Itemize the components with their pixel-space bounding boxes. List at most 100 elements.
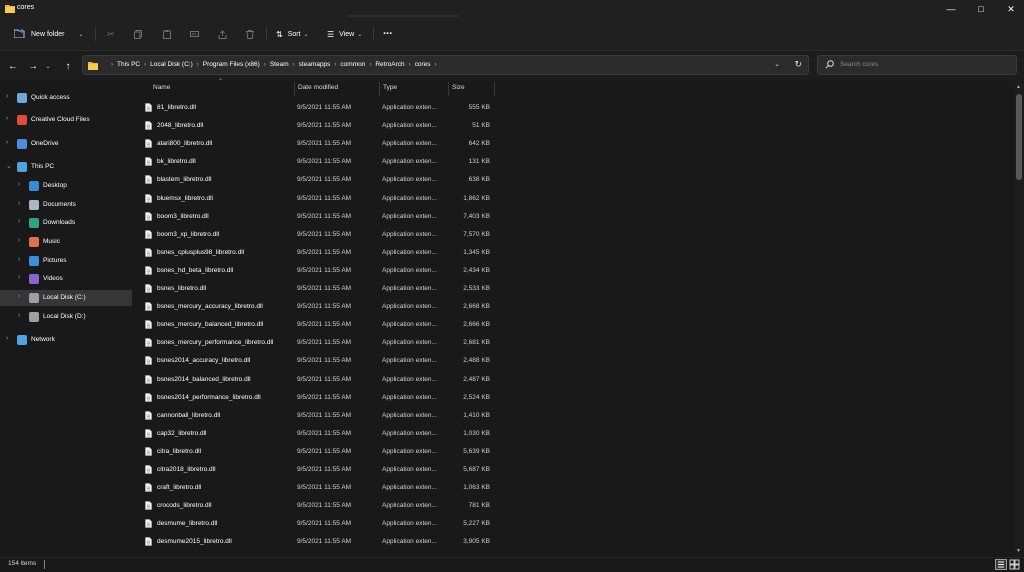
sidebar-item-desktop[interactable]: › Desktop — [0, 178, 132, 194]
sidebar-item-videos[interactable]: › Videos — [0, 271, 132, 287]
expand-chevron-icon[interactable]: ⌄ — [6, 162, 12, 170]
column-divider[interactable] — [494, 82, 495, 96]
expand-chevron-icon[interactable]: › — [18, 274, 20, 281]
vertical-scrollbar[interactable]: ▲ ▼ — [1014, 82, 1024, 556]
expand-chevron-icon[interactable]: › — [18, 218, 20, 225]
breadcrumb-chevron-icon[interactable]: › — [293, 62, 295, 68]
expand-chevron-icon[interactable]: › — [18, 312, 20, 319]
file-row[interactable]: bk_libretro.dll 9/5/2021 11:55 AM Applicat… — [134, 153, 1014, 171]
file-row[interactable]: bsnes2014_balanced_libretro.dll 9/5/2021 … — [134, 371, 1014, 389]
more-options-button[interactable]: ... — [383, 23, 392, 39]
sidebar-item-network[interactable]: › Network — [0, 332, 132, 348]
column-header-name[interactable]: Name — [153, 84, 293, 96]
scroll-up-arrow-icon[interactable]: ▲ — [1016, 84, 1021, 90]
close-icon[interactable]: ✕ — [996, 0, 1024, 18]
breadcrumb-chevron-icon[interactable]: › — [409, 62, 411, 68]
breadcrumb-item[interactable]: Local Disk (C:) — [150, 61, 193, 68]
file-row[interactable]: atari800_libretro.dll 9/5/2021 11:55 AM Ap… — [134, 135, 1014, 153]
file-row[interactable]: bsnes_cplusplus98_libretro.dll 9/5/2021 1… — [134, 244, 1014, 262]
breadcrumb-chevron-icon[interactable]: › — [435, 62, 437, 68]
sidebar-item-pictures[interactable]: › Pictures — [0, 253, 132, 269]
breadcrumb-item[interactable]: cores — [415, 61, 431, 68]
minimize-icon[interactable]: — — [936, 0, 966, 18]
copy-icon[interactable] — [134, 26, 142, 42]
sidebar-item-documents[interactable]: › Documents — [0, 197, 132, 213]
paste-icon[interactable] — [163, 26, 171, 42]
expand-chevron-icon[interactable]: › — [6, 115, 8, 122]
scroll-down-arrow-icon[interactable]: ▼ — [1016, 548, 1021, 554]
column-divider[interactable] — [379, 82, 380, 96]
breadcrumb-chevron-icon[interactable]: › — [111, 62, 113, 68]
maximize-icon[interactable]: □ — [966, 0, 996, 18]
file-row[interactable]: bsnes2014_accuracy_libretro.dll 9/5/2021 … — [134, 352, 1014, 370]
rename-icon[interactable] — [190, 26, 199, 42]
column-header-size[interactable]: Size — [452, 84, 492, 96]
file-row[interactable]: boom3_libretro.dll 9/5/2021 11:55 AM Appli… — [134, 208, 1014, 226]
expand-chevron-icon[interactable]: › — [6, 139, 8, 146]
address-bar[interactable]: › This PC › Local Disk (C:) › Program Files (… — [82, 55, 809, 75]
file-row[interactable]: bsnes_mercury_balanced_libretro.dll 9/5/2… — [134, 316, 1014, 334]
file-row[interactable]: cap32_libretro.dll 9/5/2021 11:55 AM Appli… — [134, 425, 1014, 443]
search-input[interactable]: Search cores — [817, 55, 1017, 75]
file-row[interactable]: bsnes2014_performance_libretro.dll 9/5/20… — [134, 389, 1014, 407]
file-row[interactable]: bsnes_libretro.dll 9/5/2021 11:55 AM Appli… — [134, 280, 1014, 298]
sidebar-item-quick-access[interactable]: › Quick access — [0, 90, 132, 106]
breadcrumb-chevron-icon[interactable]: › — [369, 62, 371, 68]
expand-chevron-icon[interactable]: › — [18, 237, 20, 244]
expand-chevron-icon[interactable]: › — [6, 335, 8, 342]
address-history-chevron-icon[interactable]: ⌄ — [774, 60, 780, 68]
large-icons-view-icon[interactable] — [1009, 559, 1020, 572]
column-divider[interactable] — [448, 82, 449, 96]
recent-locations-chevron-icon[interactable]: ⌄ — [41, 60, 55, 72]
file-row[interactable]: boom3_xp_libretro.dll 9/5/2021 11:55 AM Ap… — [134, 226, 1014, 244]
column-divider[interactable] — [294, 82, 295, 96]
file-row[interactable]: bsnes_mercury_performance_libretro.dll 9/… — [134, 334, 1014, 352]
sidebar-item-music[interactable]: › Music — [0, 234, 132, 250]
expand-chevron-icon[interactable]: › — [18, 181, 20, 188]
new-folder-button[interactable]: New folder ⌄ — [13, 26, 84, 42]
breadcrumb-item[interactable]: RetroArch — [375, 61, 404, 68]
column-header-date[interactable]: Date modified — [298, 84, 378, 96]
details-view-icon[interactable] — [995, 559, 1007, 570]
expand-chevron-icon[interactable]: › — [18, 256, 20, 263]
file-row[interactable]: bluemsx_libretro.dll 9/5/2021 11:55 AM App… — [134, 190, 1014, 208]
up-arrow-icon[interactable]: ↑ — [61, 60, 75, 72]
file-row[interactable]: bsnes_mercury_accuracy_libretro.dll 9/5/2… — [134, 298, 1014, 316]
breadcrumb-item[interactable]: steamapps — [299, 61, 331, 68]
file-row[interactable]: bsnes_hd_beta_libretro.dll 9/5/2021 11:55… — [134, 262, 1014, 280]
breadcrumb-chevron-icon[interactable]: › — [197, 62, 199, 68]
view-button[interactable]: ☰ View ⌄ — [327, 26, 362, 42]
share-icon[interactable] — [218, 26, 227, 42]
sidebar-item-creative-cloud-files[interactable]: › Creative Cloud Files — [0, 112, 132, 128]
breadcrumb-item[interactable]: common — [340, 61, 365, 68]
sidebar-item-onedrive[interactable]: › OneDrive — [0, 136, 132, 152]
sidebar-item-local-disk-d[interactable]: › Local Disk (D:) — [0, 309, 132, 325]
breadcrumb-item[interactable]: Steam — [270, 61, 289, 68]
file-row[interactable]: citra2018_libretro.dll 9/5/2021 11:55 AM A… — [134, 461, 1014, 479]
breadcrumb-chevron-icon[interactable]: › — [334, 62, 336, 68]
file-row[interactable]: desmume2015_libretro.dll 9/5/2021 11:55 A… — [134, 533, 1014, 551]
file-row[interactable]: 81_libretro.dll 9/5/2021 11:55 AM Applicat… — [134, 99, 1014, 117]
refresh-icon[interactable]: ↻ — [794, 59, 802, 70]
back-arrow-icon[interactable]: ← — [6, 60, 20, 72]
file-row[interactable]: crocods_libretro.dll 9/5/2021 11:55 AM App… — [134, 497, 1014, 515]
sort-button[interactable]: ⇅ Sort ⌄ — [276, 26, 309, 42]
scrollbar-thumb[interactable] — [1016, 94, 1022, 180]
breadcrumb-item[interactable]: Program Files (x86) — [203, 61, 260, 68]
sidebar-item-local-disk-c[interactable]: › Local Disk (C:) — [0, 290, 132, 306]
breadcrumb-item[interactable]: This PC — [117, 61, 140, 68]
breadcrumb-chevron-icon[interactable]: › — [144, 62, 146, 68]
sidebar-item-downloads[interactable]: › Downloads — [0, 215, 132, 231]
file-row[interactable]: citra_libretro.dll 9/5/2021 11:55 AM Appli… — [134, 443, 1014, 461]
file-row[interactable]: cannonball_libretro.dll 9/5/2021 11:55 AM… — [134, 407, 1014, 425]
expand-chevron-icon[interactable]: › — [18, 200, 20, 207]
expand-chevron-icon[interactable]: › — [6, 93, 8, 100]
file-row[interactable]: blastem_libretro.dll 9/5/2021 11:55 AM App… — [134, 171, 1014, 189]
file-row[interactable]: 2048_libretro.dll 9/5/2021 11:55 AM Applic… — [134, 117, 1014, 135]
cut-icon[interactable]: ✂ — [107, 26, 115, 42]
delete-icon[interactable] — [246, 26, 254, 42]
sidebar-item-this-pc[interactable]: ⌄ This PC — [0, 159, 132, 175]
forward-arrow-icon[interactable]: → — [26, 60, 40, 72]
column-header-type[interactable]: Type — [383, 84, 447, 96]
file-row[interactable]: craft_libretro.dll 9/5/2021 11:55 AM Appli… — [134, 479, 1014, 497]
